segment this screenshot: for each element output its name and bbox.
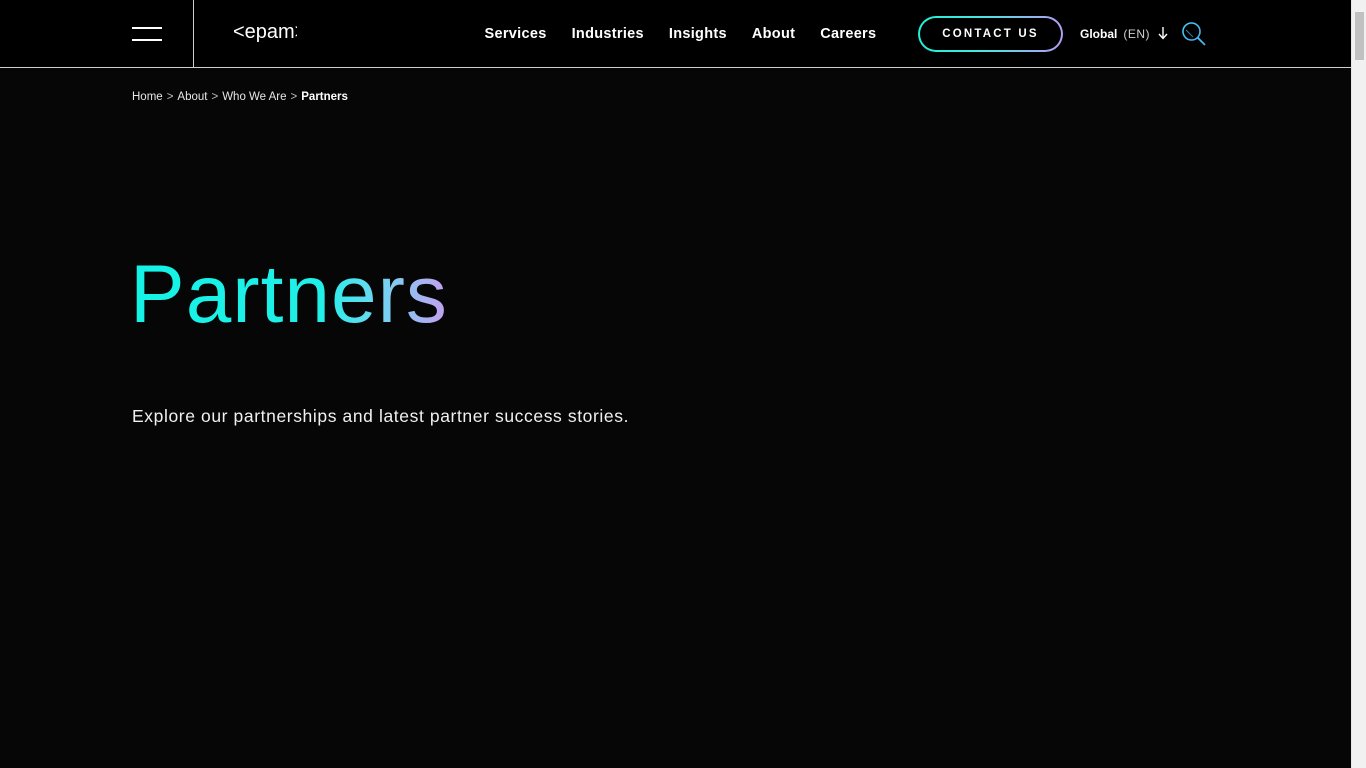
nav-item-about[interactable]: About: [739, 26, 807, 42]
breadcrumb-home[interactable]: Home: [132, 91, 163, 103]
breadcrumb-separator: >: [211, 91, 219, 103]
nav-item-careers[interactable]: Careers: [808, 26, 889, 42]
breadcrumb-current: Partners: [301, 91, 348, 103]
nav-item-insights[interactable]: Insights: [656, 26, 739, 42]
contact-us-label: CONTACT US: [920, 18, 1061, 50]
nav-item-services[interactable]: Services: [472, 26, 559, 42]
logo-text: <epam>: [233, 21, 297, 43]
scrollbar-thumb[interactable]: [1355, 12, 1364, 60]
language-code: (EN): [1123, 27, 1151, 41]
breadcrumb-about[interactable]: About: [177, 91, 207, 103]
header-divider: [193, 0, 194, 68]
breadcrumb-who-we-are[interactable]: Who We Are: [222, 91, 286, 103]
search-icon[interactable]: [1180, 20, 1208, 48]
epam-logo[interactable]: <epam>: [233, 16, 297, 50]
breadcrumb-separator: >: [290, 91, 298, 103]
hamburger-menu-button[interactable]: [120, 10, 174, 58]
language-name: Global: [1080, 27, 1118, 41]
language-selector[interactable]: Global (EN): [1080, 0, 1168, 68]
main-nav: Services Industries Insights About Caree…: [472, 0, 889, 68]
epam-logo-graphic: <epam>: [233, 21, 297, 43]
hamburger-icon-line: [132, 39, 162, 41]
page: <epam> Services Industries Insights Abou…: [0, 0, 1351, 768]
page-subtitle: Explore our partnerships and latest part…: [132, 406, 630, 426]
contact-us-button[interactable]: CONTACT US: [918, 16, 1063, 52]
breadcrumb: Home > About > Who We Are > Partners: [132, 91, 348, 103]
site-header: <epam> Services Industries Insights Abou…: [0, 0, 1351, 68]
nav-item-industries[interactable]: Industries: [559, 26, 656, 42]
arrow-down-icon: [1158, 26, 1168, 43]
page-title: Partners: [130, 248, 448, 342]
breadcrumb-separator: >: [166, 91, 174, 103]
hamburger-icon: [132, 27, 162, 29]
vertical-scrollbar[interactable]: [1351, 0, 1366, 768]
